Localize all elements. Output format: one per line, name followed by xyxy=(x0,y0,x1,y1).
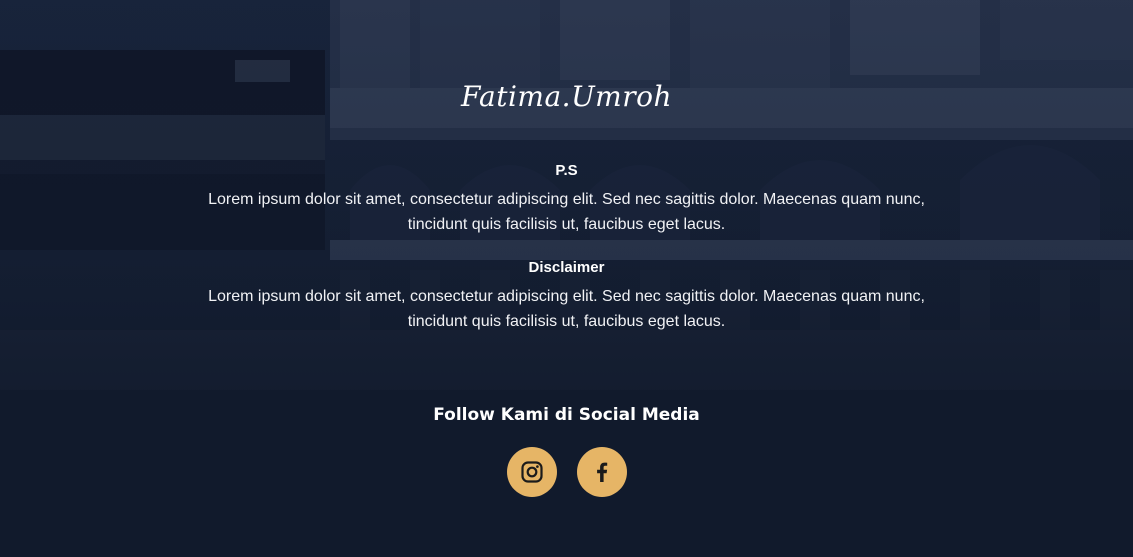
ps-text: Lorem ipsum dolor sit amet, consectetur … xyxy=(190,187,943,237)
brand-logo-text[interactable]: Fatima.Umroh xyxy=(0,80,1133,113)
site-footer: Fatima.Umroh P.S Lorem ipsum dolor sit a… xyxy=(0,0,1133,557)
ps-section: P.S Lorem ipsum dolor sit amet, consecte… xyxy=(190,161,943,237)
instagram-icon xyxy=(521,461,543,483)
social-links xyxy=(507,447,627,497)
social-follow-title: Follow Kami di Social Media xyxy=(433,405,700,425)
disclaimer-heading: Disclaimer xyxy=(528,259,605,276)
disclaimer-text-line-1: Lorem ipsum dolor sit amet, consectetur … xyxy=(208,288,925,305)
footer-content: Fatima.Umroh P.S Lorem ipsum dolor sit a… xyxy=(0,0,1133,557)
instagram-button[interactable] xyxy=(507,447,557,497)
ps-text-line-1: Lorem ipsum dolor sit amet, consectetur … xyxy=(208,191,925,208)
disclaimer-text-line-2: tincidunt quis facilisis ut, faucibus eg… xyxy=(407,313,726,330)
ps-heading: P.S xyxy=(555,162,578,179)
facebook-icon xyxy=(597,462,608,482)
disclaimer-section: Disclaimer Lorem ipsum dolor sit amet, c… xyxy=(190,258,943,334)
facebook-button[interactable] xyxy=(577,447,627,497)
ps-text-line-2: tincidunt quis facilisis ut, faucibus eg… xyxy=(407,216,726,233)
disclaimer-text: Lorem ipsum dolor sit amet, consectetur … xyxy=(190,284,943,334)
